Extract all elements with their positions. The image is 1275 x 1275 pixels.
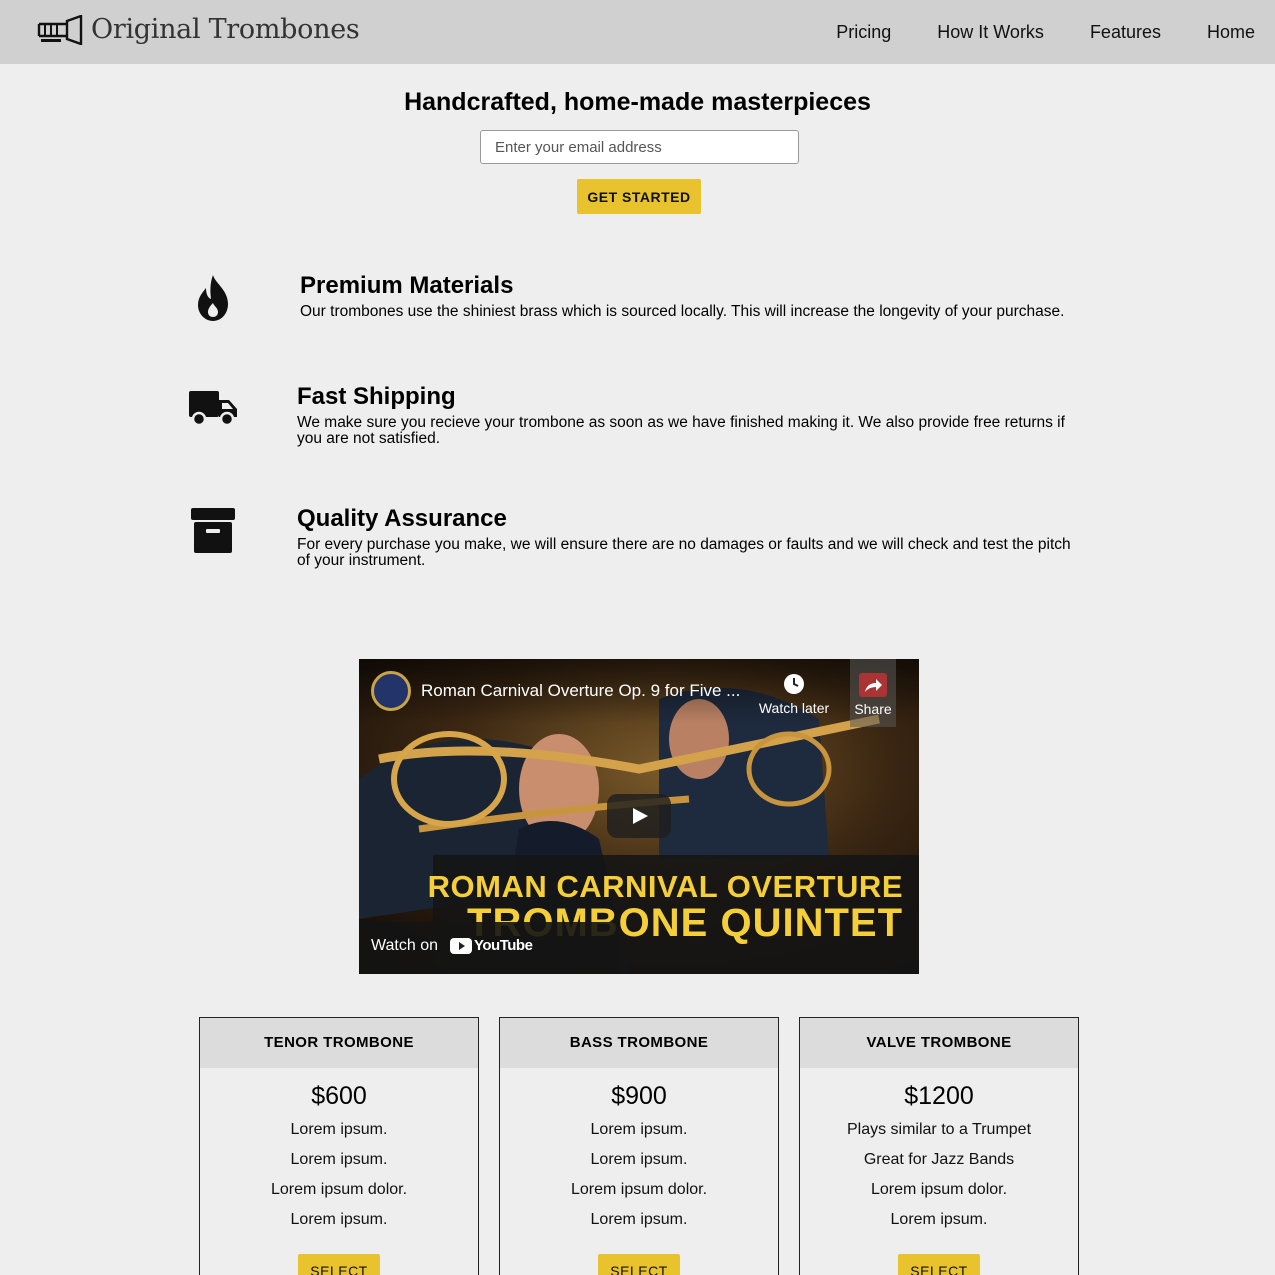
list-item: Lorem ipsum. [290, 1121, 388, 1138]
card-title: BASS TROMBONE [500, 1018, 778, 1068]
clock-icon [784, 674, 804, 694]
youtube-logo: YouTube [450, 937, 533, 954]
feature-title-fast-shipping: Fast Shipping [297, 383, 456, 410]
share-icon [859, 673, 887, 697]
truck-icon [189, 391, 237, 427]
feature-text-premium-materials: Our trombones use the shiniest brass whi… [300, 303, 1065, 320]
pricing-card-bass: BASS TROMBONE $900 Lorem ipsum. Lorem ip… [499, 1017, 779, 1275]
nav-link-features[interactable]: Features [1090, 22, 1161, 42]
card-title: TENOR TROMBONE [200, 1018, 478, 1068]
list-item: Lorem ipsum dolor. [570, 1181, 708, 1198]
card-price: $600 [311, 1082, 367, 1110]
nav-link-home[interactable]: Home [1207, 22, 1255, 42]
main-nav: Pricing How It Works Features Home [790, 22, 1255, 42]
watch-on-label: Watch on [371, 937, 438, 954]
card-feature-list: Lorem ipsum. Lorem ipsum. Lorem ipsum do… [200, 1115, 478, 1235]
site-header: Original Trombones Pricing How It Works … [0, 0, 1275, 64]
list-item: Lorem ipsum. [590, 1211, 688, 1228]
watch-later-button[interactable]: Watch later [751, 673, 837, 716]
list-item: Lorem ipsum. [590, 1151, 688, 1168]
youtube-wordmark: YouTube [474, 937, 533, 954]
archive-box-icon [191, 508, 235, 553]
list-item: Lorem ipsum. [290, 1211, 388, 1228]
list-item: Lorem ipsum dolor. [870, 1181, 1008, 1198]
watch-on-youtube-link[interactable]: Watch on YouTube [359, 922, 619, 974]
list-item: Lorem ipsum dolor. [270, 1181, 408, 1198]
card-price: $1200 [904, 1082, 974, 1110]
feature-title-premium-materials: Premium Materials [300, 272, 514, 299]
feature-text-fast-shipping: We make sure you recieve your trombone a… [297, 414, 1065, 447]
feature-title-quality-assurance: Quality Assurance [297, 505, 507, 532]
nav-link-how-it-works[interactable]: How It Works [937, 22, 1044, 42]
list-item: Great for Jazz Bands [863, 1151, 1015, 1168]
watch-later-label: Watch later [758, 700, 830, 716]
feature-text-quality-assurance: For every purchase you make, we will ens… [297, 536, 1071, 569]
get-started-button[interactable]: GET STARTED [577, 179, 701, 214]
list-item: Plays similar to a Trumpet [846, 1121, 1032, 1138]
card-price: $900 [611, 1082, 667, 1110]
select-button-valve[interactable]: SELECT [898, 1254, 980, 1275]
video-embed[interactable]: Roman Carnival Overture Op. 9 for Five .… [359, 659, 919, 974]
nav-link-pricing[interactable]: Pricing [836, 22, 891, 42]
card-feature-list: Lorem ipsum. Lorem ipsum. Lorem ipsum do… [500, 1115, 778, 1235]
youtube-play-icon [450, 937, 472, 954]
logo[interactable]: Original Trombones [37, 14, 360, 45]
email-input[interactable] [480, 130, 799, 164]
list-item: Lorem ipsum. [590, 1121, 688, 1138]
brand-name: Original Trombones [91, 14, 360, 45]
trombone-logo-icon [37, 14, 83, 45]
list-item: Lorem ipsum. [890, 1211, 988, 1228]
banner-line-1: ROMAN CARNIVAL OVERTURE [427, 869, 903, 904]
card-title: VALVE TROMBONE [800, 1018, 1078, 1068]
play-button[interactable] [607, 794, 671, 838]
pricing-card-valve: VALVE TROMBONE $1200 Plays similar to a … [799, 1017, 1079, 1275]
hero-title: Handcrafted, home-made masterpieces [404, 88, 871, 116]
select-button-tenor[interactable]: SELECT [298, 1254, 380, 1275]
video-title[interactable]: Roman Carnival Overture Op. 9 for Five .… [421, 681, 751, 701]
select-button-bass[interactable]: SELECT [598, 1254, 680, 1275]
list-item: Lorem ipsum. [290, 1151, 388, 1168]
card-feature-list: Plays similar to a Trumpet Great for Jaz… [800, 1115, 1078, 1235]
pricing-card-tenor: TENOR TROMBONE $600 Lorem ipsum. Lorem i… [199, 1017, 479, 1275]
channel-avatar[interactable] [371, 671, 411, 711]
share-button[interactable]: Share [850, 659, 896, 727]
share-label: Share [854, 701, 892, 717]
fire-icon [198, 275, 228, 321]
play-icon [633, 808, 648, 824]
